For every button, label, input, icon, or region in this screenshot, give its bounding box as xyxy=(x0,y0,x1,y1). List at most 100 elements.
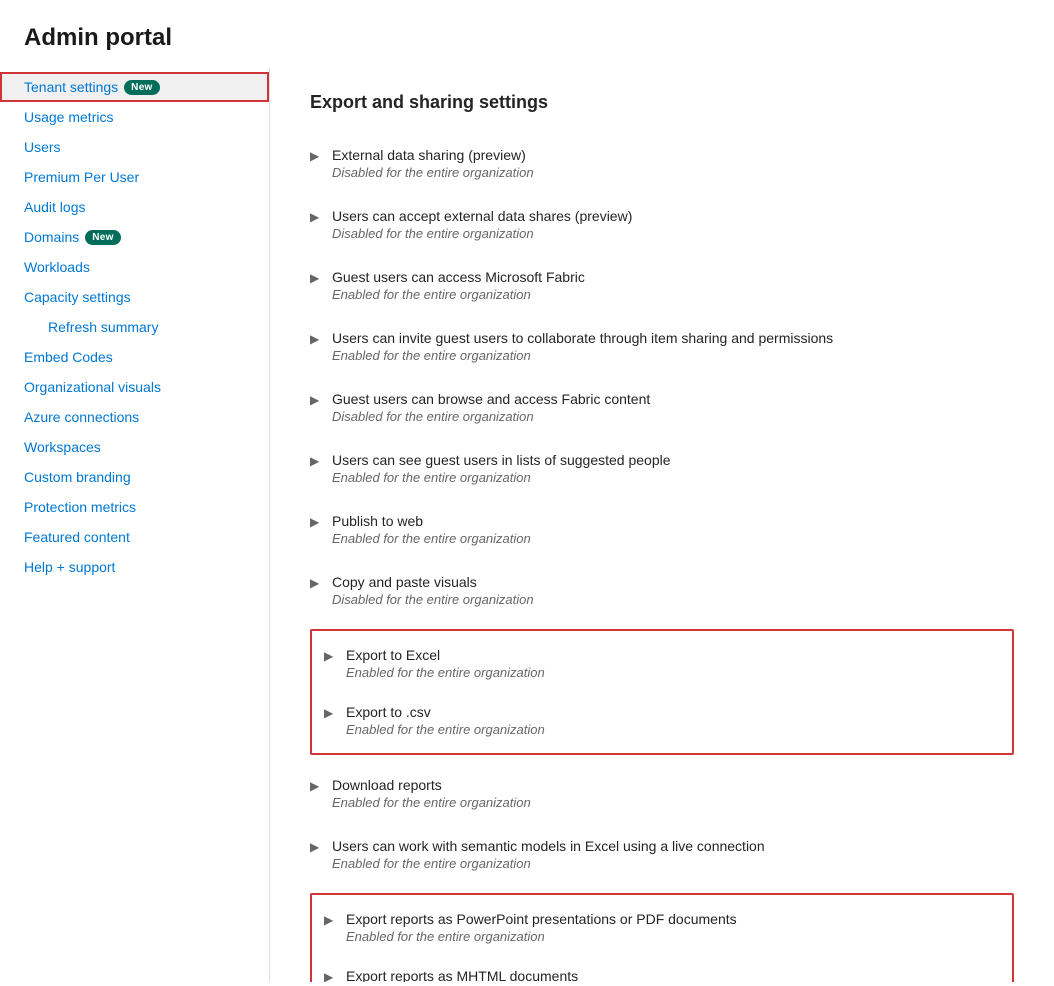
section-title: Export and sharing settings xyxy=(310,92,1014,113)
setting-status: Disabled for the entire organization xyxy=(310,592,1014,607)
sidebar-item-label: Premium Per User xyxy=(24,169,139,185)
sidebar-item-label: Azure connections xyxy=(24,409,139,425)
sidebar-item-label: Tenant settings xyxy=(24,79,118,95)
chevron-right-icon: ▶ xyxy=(310,332,324,346)
chevron-right-icon: ▶ xyxy=(324,649,338,663)
setting-item-users-invite-guest: ▶ Users can invite guest users to collabo… xyxy=(310,316,1014,377)
setting-item-download-reports: ▶ Download reports Enabled for the entire … xyxy=(310,763,1014,824)
setting-name: Export to Excel xyxy=(346,647,440,663)
setting-name: External data sharing (preview) xyxy=(332,147,526,163)
chevron-right-icon: ▶ xyxy=(310,149,324,163)
highlighted-group-group-highlighted-1: ▶ Export to Excel Enabled for the entire o… xyxy=(310,629,1014,755)
sidebar-item-label: Featured content xyxy=(24,529,130,545)
setting-item-header-export-powerpoint-pdf[interactable]: ▶Export reports as PowerPoint presentati… xyxy=(324,911,1000,927)
setting-status: Disabled for the entire organization xyxy=(310,165,1014,180)
setting-item-export-to-csv: ▶ Export to .csv Enabled for the entire or… xyxy=(324,692,1000,749)
chevron-right-icon: ▶ xyxy=(324,706,338,720)
sidebar-item-label: Custom branding xyxy=(24,469,131,485)
sidebar-item-usage-metrics[interactable]: Usage metrics xyxy=(0,102,269,132)
sidebar-item-label: Users xyxy=(24,139,61,155)
chevron-right-icon: ▶ xyxy=(310,271,324,285)
sidebar-item-label: Domains xyxy=(24,229,79,245)
setting-status: Enabled for the entire organization xyxy=(310,531,1014,546)
sidebar-item-label: Embed Codes xyxy=(24,349,113,365)
setting-item-users-see-guest-in-lists: ▶Users can see guest users in lists of s… xyxy=(310,438,1014,499)
sidebar-item-refresh-summary[interactable]: Refresh summary xyxy=(0,312,269,342)
chevron-right-icon: ▶ xyxy=(324,970,338,982)
setting-name: Download reports xyxy=(332,777,442,793)
sidebar-item-tenant-settings[interactable]: Tenant settingsNew xyxy=(0,72,269,102)
sidebar-item-premium-per-user[interactable]: Premium Per User xyxy=(0,162,269,192)
sidebar-item-label: Help + support xyxy=(24,559,115,575)
setting-item-header-users-see-guest-in-lists[interactable]: ▶Users can see guest users in lists of s… xyxy=(310,452,1014,468)
setting-name: Guest users can access Microsoft Fabric xyxy=(332,269,585,285)
settings-list: ▶ External data sharing (preview) Disabled… xyxy=(310,133,1014,982)
setting-item-header-accept-external-data-shares[interactable]: ▶ Users can accept external data shares (… xyxy=(310,208,1014,224)
setting-name: Users can invite guest users to collabor… xyxy=(332,330,833,346)
setting-item-header-export-to-excel[interactable]: ▶ Export to Excel xyxy=(324,647,1000,663)
setting-item-semantic-models-excel: ▶ Users can work with semantic models in … xyxy=(310,824,1014,885)
setting-status: Enabled for the entire organization xyxy=(324,665,1000,680)
sidebar-item-custom-branding[interactable]: Custom branding xyxy=(0,462,269,492)
sidebar-item-audit-logs[interactable]: Audit logs xyxy=(0,192,269,222)
sidebar-item-protection-metrics[interactable]: Protection metrics xyxy=(0,492,269,522)
chevron-right-icon: ▶ xyxy=(310,779,324,793)
sidebar-item-help-support[interactable]: Help + support xyxy=(0,552,269,582)
setting-item-guest-browse-fabric: ▶ Guest users can browse and access Fabri… xyxy=(310,377,1014,438)
setting-status: Disabled for the entire organization xyxy=(310,409,1014,424)
setting-item-export-mhtml: ▶Export reports as MHTML documentsEnable… xyxy=(324,956,1000,982)
setting-item-header-copy-paste-visuals[interactable]: ▶ Copy and paste visuals xyxy=(310,574,1014,590)
setting-status: Enabled for the entire organization xyxy=(310,348,1014,363)
sidebar-item-label: Usage metrics xyxy=(24,109,113,125)
sidebar-item-azure-connections[interactable]: Azure connections xyxy=(0,402,269,432)
setting-item-header-guest-users-microsoft-fabric[interactable]: ▶ Guest users can access Microsoft Fabric xyxy=(310,269,1014,285)
sidebar-item-label: Capacity settings xyxy=(24,289,131,305)
sidebar-item-featured-content[interactable]: Featured content xyxy=(0,522,269,552)
sidebar-item-users[interactable]: Users xyxy=(0,132,269,162)
highlighted-group-group-highlighted-2: ▶Export reports as PowerPoint presentati… xyxy=(310,893,1014,982)
sidebar-item-embed-codes[interactable]: Embed Codes xyxy=(0,342,269,372)
setting-name: Publish to web xyxy=(332,513,423,529)
sidebar-item-domains[interactable]: DomainsNew xyxy=(0,222,269,252)
setting-name: Export to .csv xyxy=(346,704,431,720)
setting-name: Copy and paste visuals xyxy=(332,574,477,590)
setting-item-export-to-excel: ▶ Export to Excel Enabled for the entire o… xyxy=(324,635,1000,692)
setting-item-header-export-mhtml[interactable]: ▶ Export reports as MHTML documents xyxy=(324,968,1000,982)
sidebar-item-label: Audit logs xyxy=(24,199,85,215)
sidebar-item-capacity-settings[interactable]: Capacity settings xyxy=(0,282,269,312)
setting-name: Users can work with semantic models in E… xyxy=(332,838,765,854)
chevron-right-icon: ▶ xyxy=(324,913,338,927)
setting-item-header-semantic-models-excel[interactable]: ▶ Users can work with semantic models in … xyxy=(310,838,1014,854)
chevron-right-icon: ▶ xyxy=(310,840,324,854)
setting-item-header-external-data-sharing[interactable]: ▶ External data sharing (preview) xyxy=(310,147,1014,163)
setting-name: Guest users can browse and access Fabric… xyxy=(332,391,650,407)
setting-status: Enabled for the entire organization xyxy=(310,287,1014,302)
setting-item-guest-users-microsoft-fabric: ▶ Guest users can access Microsoft Fabric… xyxy=(310,255,1014,316)
sidebar: Tenant settingsNew Usage metrics Users Prem… xyxy=(0,68,270,982)
setting-item-header-export-to-csv[interactable]: ▶ Export to .csv xyxy=(324,704,1000,720)
setting-status: Enabled for the entire organization xyxy=(310,856,1014,871)
sidebar-item-organizational-visuals[interactable]: Organizational visuals xyxy=(0,372,269,402)
chevron-right-icon: ▶ xyxy=(310,393,324,407)
setting-status: Enabled for the entire organization xyxy=(310,795,1014,810)
chevron-right-icon: ▶ xyxy=(310,210,324,224)
sidebar-item-label: Workspaces xyxy=(24,439,101,455)
sidebar-item-label: Protection metrics xyxy=(24,499,136,515)
setting-item-accept-external-data-shares: ▶ Users can accept external data shares (… xyxy=(310,194,1014,255)
setting-item-header-publish-to-web[interactable]: ▶Publish to web xyxy=(310,513,1014,529)
setting-status: Enabled for the entire organization xyxy=(324,722,1000,737)
main-content: Export and sharing settings ▶ External da… xyxy=(270,68,1054,982)
setting-item-external-data-sharing: ▶ External data sharing (preview) Disabled… xyxy=(310,133,1014,194)
setting-name: Users can accept external data shares (p… xyxy=(332,208,632,224)
setting-status: Enabled for the entire organization xyxy=(324,929,1000,944)
setting-item-header-users-invite-guest[interactable]: ▶ Users can invite guest users to collabo… xyxy=(310,330,1014,346)
setting-name: Export reports as MHTML documents xyxy=(346,968,578,982)
chevron-right-icon: ▶ xyxy=(310,576,324,590)
page-title: Admin portal xyxy=(0,0,1054,68)
setting-status: Enabled for the entire organization xyxy=(310,470,1014,485)
sidebar-item-workloads[interactable]: Workloads xyxy=(0,252,269,282)
sidebar-item-workspaces[interactable]: Workspaces xyxy=(0,432,269,462)
setting-item-header-download-reports[interactable]: ▶ Download reports xyxy=(310,777,1014,793)
sidebar-item-label: Refresh summary xyxy=(48,319,158,335)
setting-item-header-guest-browse-fabric[interactable]: ▶ Guest users can browse and access Fabri… xyxy=(310,391,1014,407)
